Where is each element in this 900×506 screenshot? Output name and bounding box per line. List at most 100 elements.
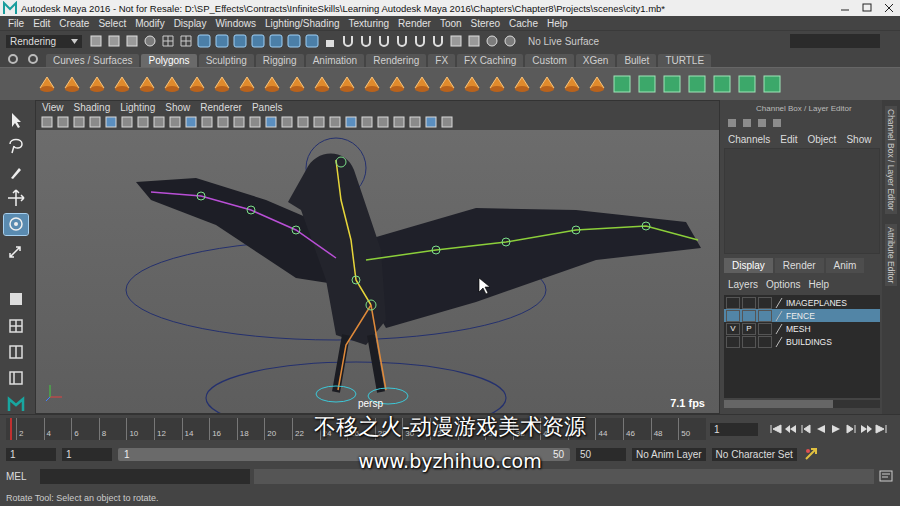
layer-color-icon[interactable] bbox=[774, 297, 784, 309]
polygon-primitive-icon[interactable] bbox=[186, 73, 208, 95]
box-tool-icon[interactable] bbox=[466, 33, 482, 49]
box-tool-icon[interactable] bbox=[88, 33, 104, 49]
blue-tool-icon[interactable] bbox=[196, 33, 212, 49]
panel-tool-icon[interactable] bbox=[56, 115, 70, 129]
play-icon[interactable] bbox=[829, 423, 843, 435]
polygon-primitive-icon[interactable] bbox=[61, 73, 83, 95]
menu-item[interactable]: Stereo bbox=[471, 18, 500, 29]
layer-toggle[interactable] bbox=[726, 310, 740, 322]
rotate-tool-icon[interactable] bbox=[4, 214, 28, 234]
menu-item[interactable]: Texturing bbox=[349, 18, 390, 29]
panel-tool-icon[interactable] bbox=[184, 115, 198, 129]
dot-tool-icon[interactable] bbox=[484, 33, 500, 49]
polygon-primitive-icon[interactable] bbox=[486, 73, 508, 95]
script-editor-icon[interactable] bbox=[878, 469, 894, 483]
mesh-tool-icon[interactable] bbox=[636, 73, 658, 95]
time-ruler[interactable]: 2468101214161820222426283032343638404244… bbox=[6, 418, 706, 440]
panel-tool-icon[interactable] bbox=[200, 115, 214, 129]
character-set-dropdown[interactable]: No Character Set bbox=[712, 448, 797, 461]
back-icon[interactable] bbox=[814, 423, 828, 435]
panel-tool-icon[interactable] bbox=[216, 115, 230, 129]
side-tab[interactable]: Attribute Editor bbox=[885, 224, 897, 286]
panel-tool-icon[interactable] bbox=[392, 115, 406, 129]
magnet-tool-icon[interactable] bbox=[358, 33, 374, 49]
layer-toggle[interactable]: V bbox=[726, 323, 740, 335]
playback-start-field[interactable]: 1 bbox=[62, 448, 112, 461]
scene-view[interactable]: persp7.1 fps bbox=[36, 130, 719, 413]
panel-tool-icon[interactable] bbox=[280, 115, 294, 129]
shelf-tab[interactable]: Animation bbox=[306, 54, 364, 67]
channel-box-menu-item[interactable]: Object bbox=[808, 134, 837, 145]
panel-tool-icon[interactable] bbox=[264, 115, 278, 129]
channel-box-option-icon[interactable] bbox=[771, 117, 783, 129]
shelf-tab[interactable]: Rendering bbox=[366, 54, 426, 67]
mesh-tool-icon[interactable] bbox=[736, 73, 758, 95]
panel-tool-icon[interactable] bbox=[376, 115, 390, 129]
shelf-tab[interactable]: Custom bbox=[525, 54, 573, 67]
range-slider[interactable]: 150 bbox=[118, 448, 570, 461]
blue-tool-icon[interactable] bbox=[250, 33, 266, 49]
polygon-primitive-icon[interactable] bbox=[36, 73, 58, 95]
polygon-primitive-icon[interactable] bbox=[561, 73, 583, 95]
maximize-icon[interactable] bbox=[856, 1, 878, 15]
blue-tool-icon[interactable] bbox=[268, 33, 284, 49]
layer-row[interactable]: VPMESH bbox=[724, 322, 880, 335]
menu-item[interactable]: File bbox=[8, 18, 24, 29]
minimize-icon[interactable] bbox=[834, 1, 856, 15]
panel-tool-icon[interactable] bbox=[232, 115, 246, 129]
blue-tool-icon[interactable] bbox=[214, 33, 230, 49]
layer-toggle[interactable]: P bbox=[742, 323, 756, 335]
magnet-tool-icon[interactable] bbox=[376, 33, 392, 49]
layer-action-icon[interactable] bbox=[874, 278, 876, 290]
panel-tool-icon[interactable] bbox=[296, 115, 310, 129]
layer-toggle[interactable] bbox=[758, 336, 772, 348]
shelf-tab[interactable]: TURTLE bbox=[658, 54, 711, 67]
blue-tool-icon[interactable] bbox=[286, 33, 302, 49]
grid-tool-icon[interactable] bbox=[160, 33, 176, 49]
panel-tool-icon[interactable] bbox=[72, 115, 86, 129]
layer-toggle[interactable] bbox=[726, 297, 740, 309]
move-tool-icon[interactable] bbox=[4, 188, 28, 208]
menu-item[interactable]: Windows bbox=[215, 18, 256, 29]
polygon-primitive-icon[interactable] bbox=[436, 73, 458, 95]
polygon-primitive-icon[interactable] bbox=[111, 73, 133, 95]
polygon-primitive-icon[interactable] bbox=[211, 73, 233, 95]
single-pane-layout-icon[interactable] bbox=[4, 289, 28, 309]
menu-item[interactable]: Create bbox=[59, 18, 89, 29]
scale-tool-icon[interactable] bbox=[4, 241, 28, 261]
prevkey-icon[interactable] bbox=[784, 423, 798, 435]
polygon-primitive-icon[interactable] bbox=[411, 73, 433, 95]
four-pane-layout-icon[interactable] bbox=[4, 316, 28, 336]
dot-tool-icon[interactable] bbox=[502, 33, 518, 49]
layer-row[interactable]: IMAGEPLANES bbox=[724, 296, 880, 309]
layer-editor-tab[interactable]: Render bbox=[775, 258, 824, 273]
layer-editor-menu-item[interactable]: Options bbox=[766, 279, 800, 290]
channel-box-menu-item[interactable]: Edit bbox=[780, 134, 797, 145]
panel-menu-item[interactable]: Shading bbox=[74, 102, 111, 113]
animation-preferences-icon[interactable] bbox=[803, 446, 819, 462]
layer-action-icon[interactable] bbox=[865, 278, 867, 290]
menu-set-dropdown[interactable]: Rendering bbox=[6, 35, 82, 48]
select-tool-icon[interactable] bbox=[4, 110, 28, 130]
side-tab[interactable]: Channel Box / Layer Editor bbox=[885, 106, 897, 214]
menu-item[interactable]: Select bbox=[98, 18, 126, 29]
menu-item[interactable]: Render bbox=[398, 18, 431, 29]
shelf-gear-icon[interactable] bbox=[6, 52, 20, 66]
mesh-tool-icon[interactable] bbox=[686, 73, 708, 95]
polygon-primitive-icon[interactable] bbox=[136, 73, 158, 95]
panel-tool-icon[interactable] bbox=[328, 115, 342, 129]
channel-box-menu-item[interactable]: Show bbox=[846, 134, 871, 145]
channel-box-menu-item[interactable]: Channels bbox=[728, 134, 770, 145]
menu-item[interactable]: Edit bbox=[33, 18, 50, 29]
layer-row[interactable]: BUILDINGS bbox=[724, 335, 880, 348]
polygon-primitive-icon[interactable] bbox=[261, 73, 283, 95]
layer-row[interactable]: FENCE bbox=[724, 309, 880, 322]
layer-toggle[interactable] bbox=[742, 310, 756, 322]
prev-icon[interactable] bbox=[799, 423, 813, 435]
blue-tool-icon[interactable] bbox=[304, 33, 320, 49]
panel-menu-item[interactable]: Renderer bbox=[200, 102, 242, 113]
panel-tool-icon[interactable] bbox=[136, 115, 150, 129]
panel-tool-icon[interactable] bbox=[152, 115, 166, 129]
polygon-primitive-icon[interactable] bbox=[286, 73, 308, 95]
menu-item[interactable]: Cache bbox=[509, 18, 538, 29]
